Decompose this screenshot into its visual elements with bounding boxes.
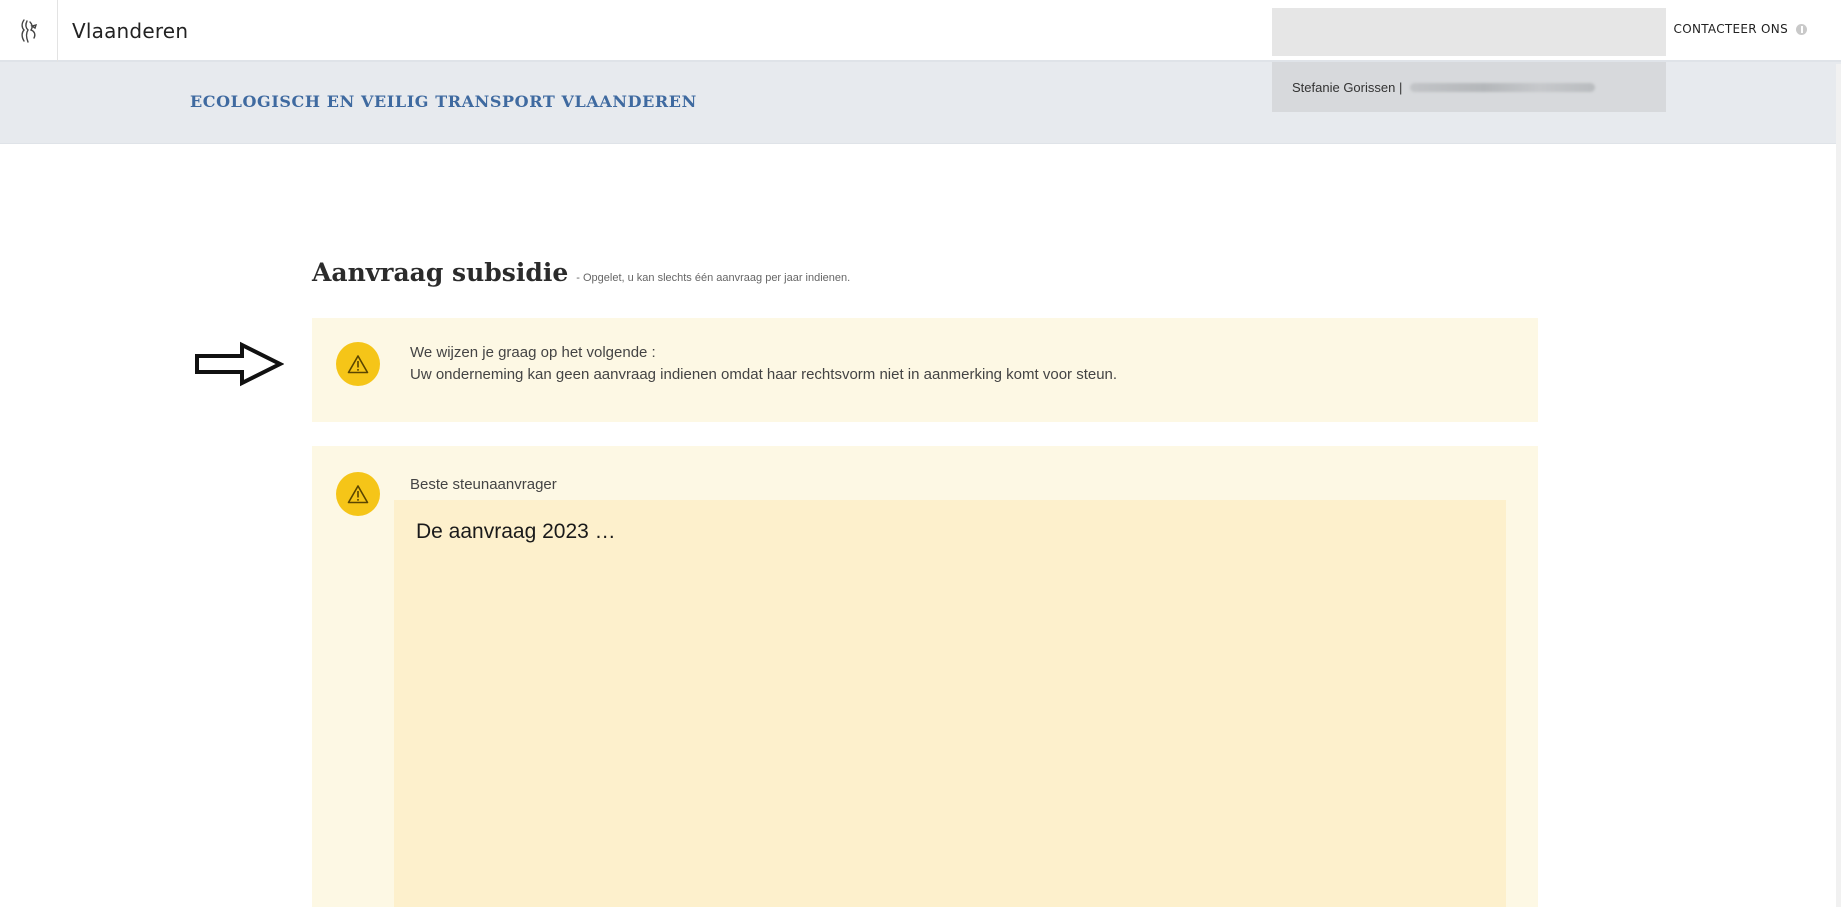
warning-icon <box>336 342 380 386</box>
scrollbar-track[interactable] <box>1836 64 1841 907</box>
redacted-user-id <box>1410 82 1596 92</box>
contact-link[interactable]: CONTACTEER ONS <box>1674 22 1807 36</box>
info-icon <box>1796 23 1807 35</box>
user-profile-box[interactable]: Stefanie Gorissen | <box>1272 62 1666 112</box>
notice-text: We wijzen je graag op het volgende : Uw … <box>410 342 1117 386</box>
brand-name: Vlaanderen <box>72 19 189 43</box>
site-header: ECOLOGISCH EN VEILIG TRANSPORT VLAANDERE… <box>0 62 1841 144</box>
page-title-note: - Opgelet, u kan slechts één aanvraag pe… <box>576 272 851 284</box>
notice-body: Uw onderneming kan geen aanvraag indiene… <box>410 366 1118 383</box>
notice-title: We wijzen je graag op het volgende : <box>410 344 656 361</box>
page-heading: Aanvraag subsidie - Opgelet, u kan slech… <box>312 258 850 287</box>
site-title[interactable]: ECOLOGISCH EN VEILIG TRANSPORT VLAANDERE… <box>190 92 697 111</box>
right-arrow-icon <box>195 341 284 387</box>
contact-label: CONTACTEER ONS <box>1673 22 1788 36</box>
flemish-lion-icon <box>0 0 58 62</box>
message-content: De aanvraag 2023 … <box>416 520 616 543</box>
message-content-area: De aanvraag 2023 … <box>394 500 1506 907</box>
message-greeting: Beste steunaanvrager <box>410 476 557 493</box>
user-name: Stefanie Gorissen | <box>1292 79 1403 95</box>
warning-icon <box>336 472 380 516</box>
global-header: Vlaanderen CONTACTEER ONS <box>0 0 1841 62</box>
top-grey-panel <box>1272 8 1666 56</box>
applicant-message: Beste steunaanvrager De aanvraag 2023 … <box>312 446 1538 907</box>
page-title: Aanvraag subsidie <box>312 258 569 287</box>
eligibility-notice: We wijzen je graag op het volgende : Uw … <box>312 318 1538 422</box>
brand-link[interactable]: Vlaanderen <box>0 0 188 62</box>
